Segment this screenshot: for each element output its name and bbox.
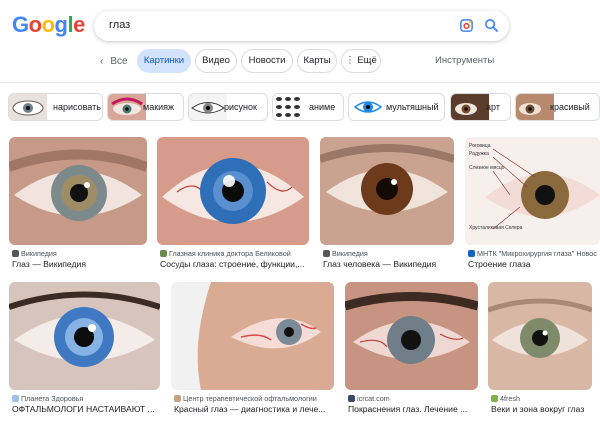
chip-thumbnail — [108, 94, 146, 120]
site-favicon — [174, 395, 181, 402]
site-favicon — [160, 250, 167, 257]
chip-makeup[interactable]: макияж — [107, 93, 184, 121]
search-box[interactable]: глаз — [94, 11, 509, 41]
result-card[interactable]: Планета Здоровья ОФТАЛЬМОЛОГИ НАСТАИВАЮТ… — [9, 282, 160, 417]
result-card[interactable]: icrcat.com Покраснения глаз. Лечение ... — [345, 282, 478, 417]
result-card[interactable]: Глазная клиника доктора Беликовой Сосуды… — [157, 137, 309, 272]
result-card[interactable]: Центр терапевтической офтальмологии Крас… — [171, 282, 334, 417]
result-image[interactable] — [345, 282, 478, 390]
anatomy-label-iris: Радужка — [469, 151, 489, 157]
search-input[interactable]: глаз — [109, 19, 130, 31]
anatomy-label-sclera: Хрусталиковая Склера — [469, 225, 523, 231]
anatomy-label-caruncle: Слезное мясцо — [469, 165, 505, 171]
result-source: 4fresh — [491, 394, 600, 403]
site-favicon — [348, 395, 355, 402]
result-title[interactable]: Глаз — Википедия — [12, 259, 147, 269]
tab-news[interactable]: Новости — [241, 49, 293, 73]
chip-draw[interactable]: нарисовать — [8, 93, 103, 121]
result-source: icrcat.com — [348, 394, 478, 403]
result-title[interactable]: Сосуды глаза: строение, функции,... — [160, 259, 309, 269]
tab-images[interactable]: Картинки — [137, 49, 191, 73]
divider — [0, 82, 600, 83]
result-image[interactable] — [171, 282, 334, 390]
tab-more[interactable]: ⋮ Ещё — [341, 49, 381, 73]
wikipedia-icon — [323, 250, 330, 257]
chip-beautiful[interactable]: красивый — [515, 93, 600, 121]
site-favicon — [468, 250, 475, 257]
result-source: Википедия — [12, 249, 147, 258]
result-image[interactable] — [488, 282, 592, 390]
chip-anime[interactable]: аниме — [272, 93, 344, 121]
result-source: Википедия — [323, 249, 454, 258]
result-image[interactable]: Роговица Радужка Слезное мясцо Хрусталик… — [465, 137, 600, 245]
site-favicon — [12, 395, 19, 402]
site-favicon — [491, 395, 498, 402]
tab-all[interactable]: ‹ Все — [100, 56, 128, 67]
chip-thumbnail — [189, 94, 227, 120]
anatomy-label-cornea: Роговица — [469, 143, 491, 149]
chevron-left-icon: ‹ — [100, 56, 104, 67]
result-source: Центр терапевтической офтальмологии — [174, 394, 334, 403]
result-image[interactable] — [9, 137, 147, 245]
result-card[interactable]: 4fresh Веки и зона вокруг глаз — [488, 282, 600, 417]
result-title[interactable]: Веки и зона вокруг глаз — [491, 404, 600, 414]
result-title[interactable]: Глаз человека — Википедия — [323, 259, 454, 269]
chip-thumbnail — [349, 94, 387, 120]
chip-cartoon[interactable]: мультяшный — [348, 93, 445, 121]
result-card[interactable]: Роговица Радужка Слезное мясцо Хрусталик… — [465, 137, 600, 272]
google-logo[interactable]: Google — [12, 12, 85, 38]
result-source: Планета Здоровья — [12, 394, 160, 403]
result-image[interactable] — [320, 137, 454, 245]
result-image[interactable] — [9, 282, 160, 390]
tab-maps[interactable]: Карты — [297, 49, 337, 73]
result-card[interactable]: Википедия Глаз — Википедия — [9, 137, 147, 272]
chip-thumbnail — [273, 94, 311, 120]
tools-button[interactable]: Инструменты — [435, 55, 494, 66]
search-tabs: ‹ Все Картинки Видео Новости Карты ⋮ Ещё … — [0, 49, 600, 75]
chip-thumbnail — [516, 94, 554, 120]
tab-video[interactable]: Видео — [195, 49, 237, 73]
search-icon[interactable] — [484, 18, 499, 33]
result-source: МНТК "Микрохирургия глаза" Новос — [468, 249, 600, 258]
chip-thumbnail — [451, 94, 489, 120]
result-title[interactable]: Покраснения глаз. Лечение ... — [348, 404, 478, 414]
google-lens-icon[interactable] — [459, 18, 474, 33]
more-vert-icon: ⋮ — [345, 55, 358, 66]
result-title[interactable]: Строение глаза — [468, 259, 600, 269]
result-title[interactable]: ОФТАЛЬМОЛОГИ НАСТАИВАЮТ ... — [12, 404, 160, 414]
chip-thumbnail — [9, 94, 47, 120]
chip-art[interactable]: арт — [450, 93, 511, 121]
result-source: Глазная клиника доктора Беликовой — [160, 249, 309, 258]
result-card[interactable]: Википедия Глаз человека — Википедия — [320, 137, 454, 272]
result-title[interactable]: Красный глаз — диагностика и лече... — [174, 404, 334, 414]
wikipedia-icon — [12, 250, 19, 257]
chip-picture[interactable]: рисунок — [188, 93, 268, 121]
result-image[interactable] — [157, 137, 309, 245]
